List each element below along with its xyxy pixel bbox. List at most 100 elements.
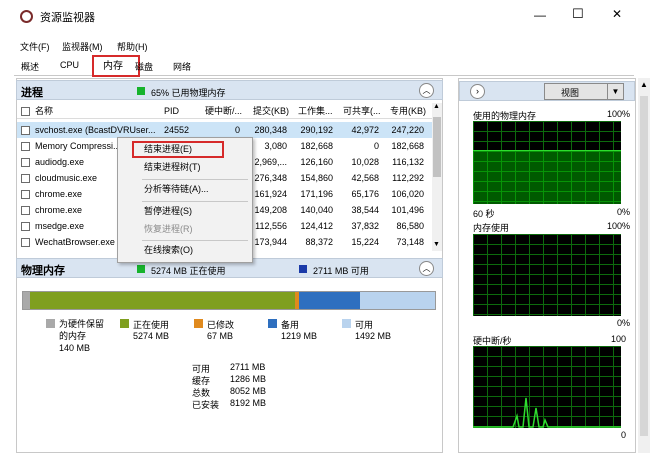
legend-swatch: [46, 319, 55, 328]
select-all-checkbox[interactable]: [21, 107, 30, 116]
menu-end-process[interactable]: 结束进程(E): [118, 140, 252, 159]
right-panel: › 视图 ▼ 使用的物理内存 100% 60 秒 0% 内存使用 100% 0%…: [458, 78, 636, 453]
stat-label: 已安装: [192, 400, 220, 410]
col-working-set[interactable]: 工作集...: [298, 103, 333, 119]
scroll-up-arrow[interactable]: ▲: [640, 80, 648, 89]
maximize-button[interactable]: ☐: [572, 6, 584, 22]
scroll-thumb[interactable]: [433, 117, 441, 177]
legend-swatch: [194, 319, 203, 328]
view-dropdown[interactable]: 视图 ▼: [544, 83, 624, 100]
physical-memory-title: 物理内存: [21, 265, 65, 277]
right-scrollbar[interactable]: ▲: [638, 78, 650, 453]
view-label: 视图: [561, 88, 580, 98]
in-use-swatch: [137, 265, 145, 273]
table-row[interactable]: svchost.exe (BcastDVRUser... 24552 0 280…: [17, 122, 432, 138]
bar-free: [359, 292, 435, 309]
col-hardfaults[interactable]: 硬中断/...: [205, 103, 242, 119]
scroll-down-arrow[interactable]: ▼: [433, 241, 440, 248]
tab-disk[interactable]: 磁盘: [135, 60, 153, 73]
process-name: svchost.exe (BcastDVRUser...: [35, 125, 156, 135]
close-button[interactable]: ✕: [612, 7, 622, 21]
process-shareable: 37,832: [351, 221, 379, 231]
menu-monitor[interactable]: 监视器(M): [62, 40, 103, 53]
stat-value: 1286 MB: [230, 374, 267, 384]
scroll-up-arrow[interactable]: ▲: [433, 103, 440, 110]
process-working-set: 126,160: [300, 157, 333, 167]
menu-analyze-wait-chain[interactable]: 分析等待链(A)...: [118, 180, 252, 199]
menu-file[interactable]: 文件(F): [20, 40, 50, 53]
row-checkbox[interactable]: [21, 174, 30, 183]
menu-help[interactable]: 帮助(H): [117, 40, 148, 53]
row-checkbox[interactable]: [21, 126, 30, 135]
end-process-highlight: [132, 141, 224, 158]
col-private[interactable]: 专用(KB): [390, 103, 426, 119]
process-pid: 24552: [164, 125, 190, 135]
graph-title: 内存使用: [473, 223, 510, 233]
row-checkbox[interactable]: [21, 190, 30, 199]
menu-bar: 文件(F) 监视器(M) 帮助(H): [0, 38, 650, 54]
legend-label: 备用: [281, 320, 300, 330]
legend-label: 正在使用: [133, 320, 170, 330]
row-checkbox[interactable]: [21, 238, 30, 247]
minimize-button[interactable]: —: [534, 8, 546, 22]
row-checkbox[interactable]: [21, 142, 30, 151]
memory-legend: 为硬件保留的内存 140 MB 正在使用 5274 MB 已修改 67 MB 备…: [22, 318, 436, 358]
process-title: 进程: [21, 87, 43, 99]
menu-item-label: 恢复进程(R): [144, 224, 193, 234]
memory-usage-graph: [473, 234, 621, 316]
col-shareable[interactable]: 可共享(...: [343, 103, 381, 119]
memory-usage-text: 65% 已用物理内存: [151, 88, 226, 98]
in-use-text: 5274 MB 正在使用: [151, 266, 226, 276]
context-menu: 结束进程(E) 结束进程树(T) 分析等待链(A)... 暂停进程(S) 恢复进…: [117, 137, 253, 263]
expand-pane-button[interactable]: ›: [470, 84, 485, 99]
process-private: 106,020: [391, 189, 424, 199]
stat-value: 8052 MB: [230, 386, 267, 396]
process-column-header: 名称 PID 硬中断/... 提交(KB) 工作集... 可共享(... 专用(…: [17, 103, 432, 119]
memory-usage-swatch: [137, 87, 145, 95]
graph-max-label: 100: [611, 334, 627, 344]
tab-overview[interactable]: 概述: [21, 60, 39, 73]
scroll-thumb[interactable]: [640, 96, 648, 436]
graph-max-label: 100%: [607, 221, 631, 231]
app-icon: [20, 10, 33, 23]
tab-network[interactable]: 网络: [173, 60, 191, 73]
process-private: 86,580: [396, 221, 424, 231]
process-working-set: 154,860: [300, 173, 333, 183]
process-working-set: 140,040: [300, 205, 333, 215]
menu-item-label: 结束进程树(T): [144, 162, 201, 172]
legend-swatch: [120, 319, 129, 328]
available-swatch: [299, 265, 307, 273]
tab-cpu[interactable]: CPU: [60, 60, 79, 70]
process-section-header[interactable]: 进程 65% 已用物理内存 ︿: [16, 80, 443, 100]
process-private: 182,668: [391, 141, 424, 151]
tab-memory[interactable]: 内存: [92, 55, 140, 77]
process-private: 73,148: [396, 237, 424, 247]
row-checkbox[interactable]: [21, 158, 30, 167]
col-commit[interactable]: 提交(KB): [253, 103, 289, 119]
process-private: 112,292: [392, 173, 424, 183]
legend-value: 67 MB: [207, 331, 234, 341]
col-name[interactable]: 名称: [35, 103, 53, 119]
process-shareable: 65,176: [351, 189, 379, 199]
physical-memory-graph: [473, 121, 621, 204]
collapse-physical-button[interactable]: ︿: [419, 261, 434, 276]
menu-end-process-tree[interactable]: 结束进程树(T): [118, 158, 252, 177]
menu-suspend-process[interactable]: 暂停进程(S): [118, 202, 252, 221]
legend-value: 1219 MB: [281, 331, 318, 341]
menu-item-label: 分析等待链(A)...: [144, 184, 209, 194]
process-shareable: 15,224: [351, 237, 379, 247]
menu-search-online[interactable]: 在线搜索(O): [118, 241, 252, 260]
legend-value: 140 MB: [59, 343, 91, 353]
hard-faults-graph: [473, 346, 621, 428]
memory-composition-bar: [22, 291, 436, 310]
collapse-process-button[interactable]: ︿: [419, 83, 434, 98]
process-shareable: 42,568: [351, 173, 379, 183]
row-checkbox[interactable]: [21, 206, 30, 215]
process-private: 116,132: [392, 157, 424, 167]
row-checkbox[interactable]: [21, 222, 30, 231]
process-scrollbar[interactable]: ▲ ▼: [432, 103, 442, 251]
process-shareable: 10,028: [351, 157, 379, 167]
right-panel-header: › 视图 ▼: [459, 81, 635, 101]
graph-max-label: 100%: [607, 109, 631, 119]
col-pid[interactable]: PID: [164, 103, 179, 119]
